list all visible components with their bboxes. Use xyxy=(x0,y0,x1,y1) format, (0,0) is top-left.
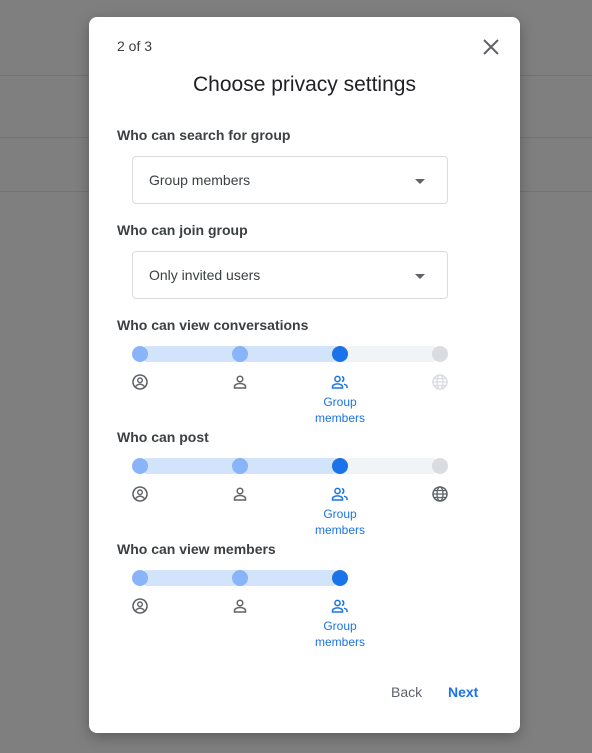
selected-level-label: Group members xyxy=(314,619,365,649)
close-button[interactable] xyxy=(479,35,503,59)
post-label: Who can post xyxy=(117,429,209,445)
dialog-title: Choose privacy settings xyxy=(193,73,416,96)
group-members-icon[interactable] xyxy=(331,485,349,503)
join-dropdown[interactable]: Only invited users xyxy=(132,251,448,299)
search-dropdown-value: Group members xyxy=(149,172,251,188)
slider-knob-public[interactable] xyxy=(432,458,448,474)
owner-icon[interactable] xyxy=(131,485,149,503)
next-button[interactable]: Next xyxy=(448,684,478,700)
slider-knob-owner[interactable] xyxy=(132,458,148,474)
join-dropdown-value: Only invited users xyxy=(149,267,261,283)
slider-knob-manager[interactable] xyxy=(232,458,248,474)
slider-knob-manager[interactable] xyxy=(232,570,248,586)
privacy-settings-dialog: 2 of 3 Choose privacy settings Who can s… xyxy=(89,17,520,733)
dropdown-arrow-icon xyxy=(415,274,425,279)
manager-icon[interactable] xyxy=(231,485,249,503)
conversations-label: Who can view conversations xyxy=(117,317,309,333)
slider-knob-owner[interactable] xyxy=(132,570,148,586)
group-members-icon[interactable] xyxy=(331,597,349,615)
search-dropdown[interactable]: Group members xyxy=(132,156,448,204)
post-slider[interactable]: Group members xyxy=(131,454,452,537)
owner-icon[interactable] xyxy=(131,373,149,391)
manager-icon[interactable] xyxy=(231,373,249,391)
join-label: Who can join group xyxy=(117,222,248,238)
members-slider[interactable]: Group members xyxy=(131,566,452,649)
owner-icon[interactable] xyxy=(131,597,149,615)
conversations-slider[interactable]: Group members xyxy=(131,342,452,425)
members-label: Who can view members xyxy=(117,541,276,557)
manager-icon[interactable] xyxy=(231,597,249,615)
group-members-icon[interactable] xyxy=(331,373,349,391)
slider-knob-group-members[interactable] xyxy=(332,346,348,362)
slider-knob-group-members[interactable] xyxy=(332,570,348,586)
slider-knob-group-members[interactable] xyxy=(332,458,348,474)
close-icon xyxy=(483,39,499,55)
selected-level-label: Group members xyxy=(314,395,365,425)
slider-knob-owner[interactable] xyxy=(132,346,148,362)
back-button[interactable]: Back xyxy=(391,684,422,700)
public-globe-icon[interactable] xyxy=(431,373,449,391)
slider-knob-public[interactable] xyxy=(432,346,448,362)
dropdown-arrow-icon xyxy=(415,179,425,184)
slider-knob-manager[interactable] xyxy=(232,346,248,362)
step-indicator: 2 of 3 xyxy=(117,38,153,54)
search-label: Who can search for group xyxy=(117,127,291,143)
selected-level-label: Group members xyxy=(314,507,365,537)
public-globe-icon[interactable] xyxy=(431,485,449,503)
